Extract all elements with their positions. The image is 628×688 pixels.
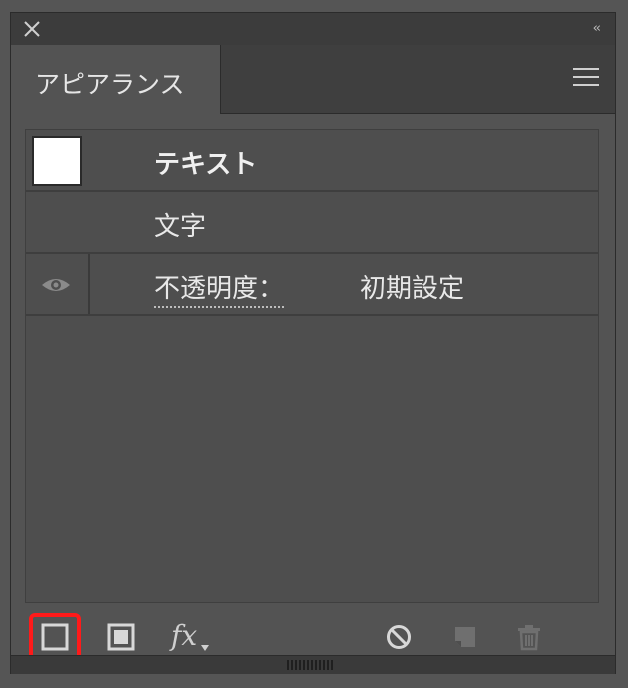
panel-tab-bar: アピアランス [11,45,615,114]
visibility-eye-icon[interactable] [40,274,72,296]
grip-lines-icon [287,660,333,670]
delete-item-icon[interactable] [515,623,543,651]
opacity-link[interactable]: 不透明度： [154,268,285,308]
appearance-row-opacity[interactable]: 不透明度： 初期設定 [26,254,598,316]
panel-menu-icon[interactable] [573,67,599,87]
close-icon[interactable] [23,20,41,38]
add-new-stroke-icon[interactable] [41,623,69,651]
characters-label: 文字 [154,212,207,242]
resize-grip[interactable] [11,655,615,674]
fx-add-effect-icon[interactable]: fx [171,619,197,652]
object-type-label: テキスト [154,150,258,180]
appearance-list: テキスト 文字 不透明度： 初期設定 [25,129,599,603]
collapse-panel-button[interactable]: ‹‹ [593,21,602,36]
duplicate-item-icon[interactable] [451,623,479,651]
chevron-down-icon [201,645,209,651]
panel-toolbar: fx [11,603,615,661]
opacity-value: 初期設定 [360,274,465,304]
object-thumbnail [32,136,82,186]
panel-title-bar: ‹‹ [11,13,615,46]
row-divider [88,254,90,314]
appearance-row-object[interactable]: テキスト [26,130,598,192]
tab-label: アピアランス [35,70,185,99]
tab-appearance[interactable]: アピアランス [11,45,221,114]
add-new-fill-icon[interactable] [107,623,135,651]
appearance-row-characters[interactable]: 文字 [26,192,598,254]
appearance-panel: ‹‹ アピアランス テキスト 文字 不透明度： 初期設定 fx [10,12,616,674]
clear-appearance-icon[interactable] [385,623,413,651]
